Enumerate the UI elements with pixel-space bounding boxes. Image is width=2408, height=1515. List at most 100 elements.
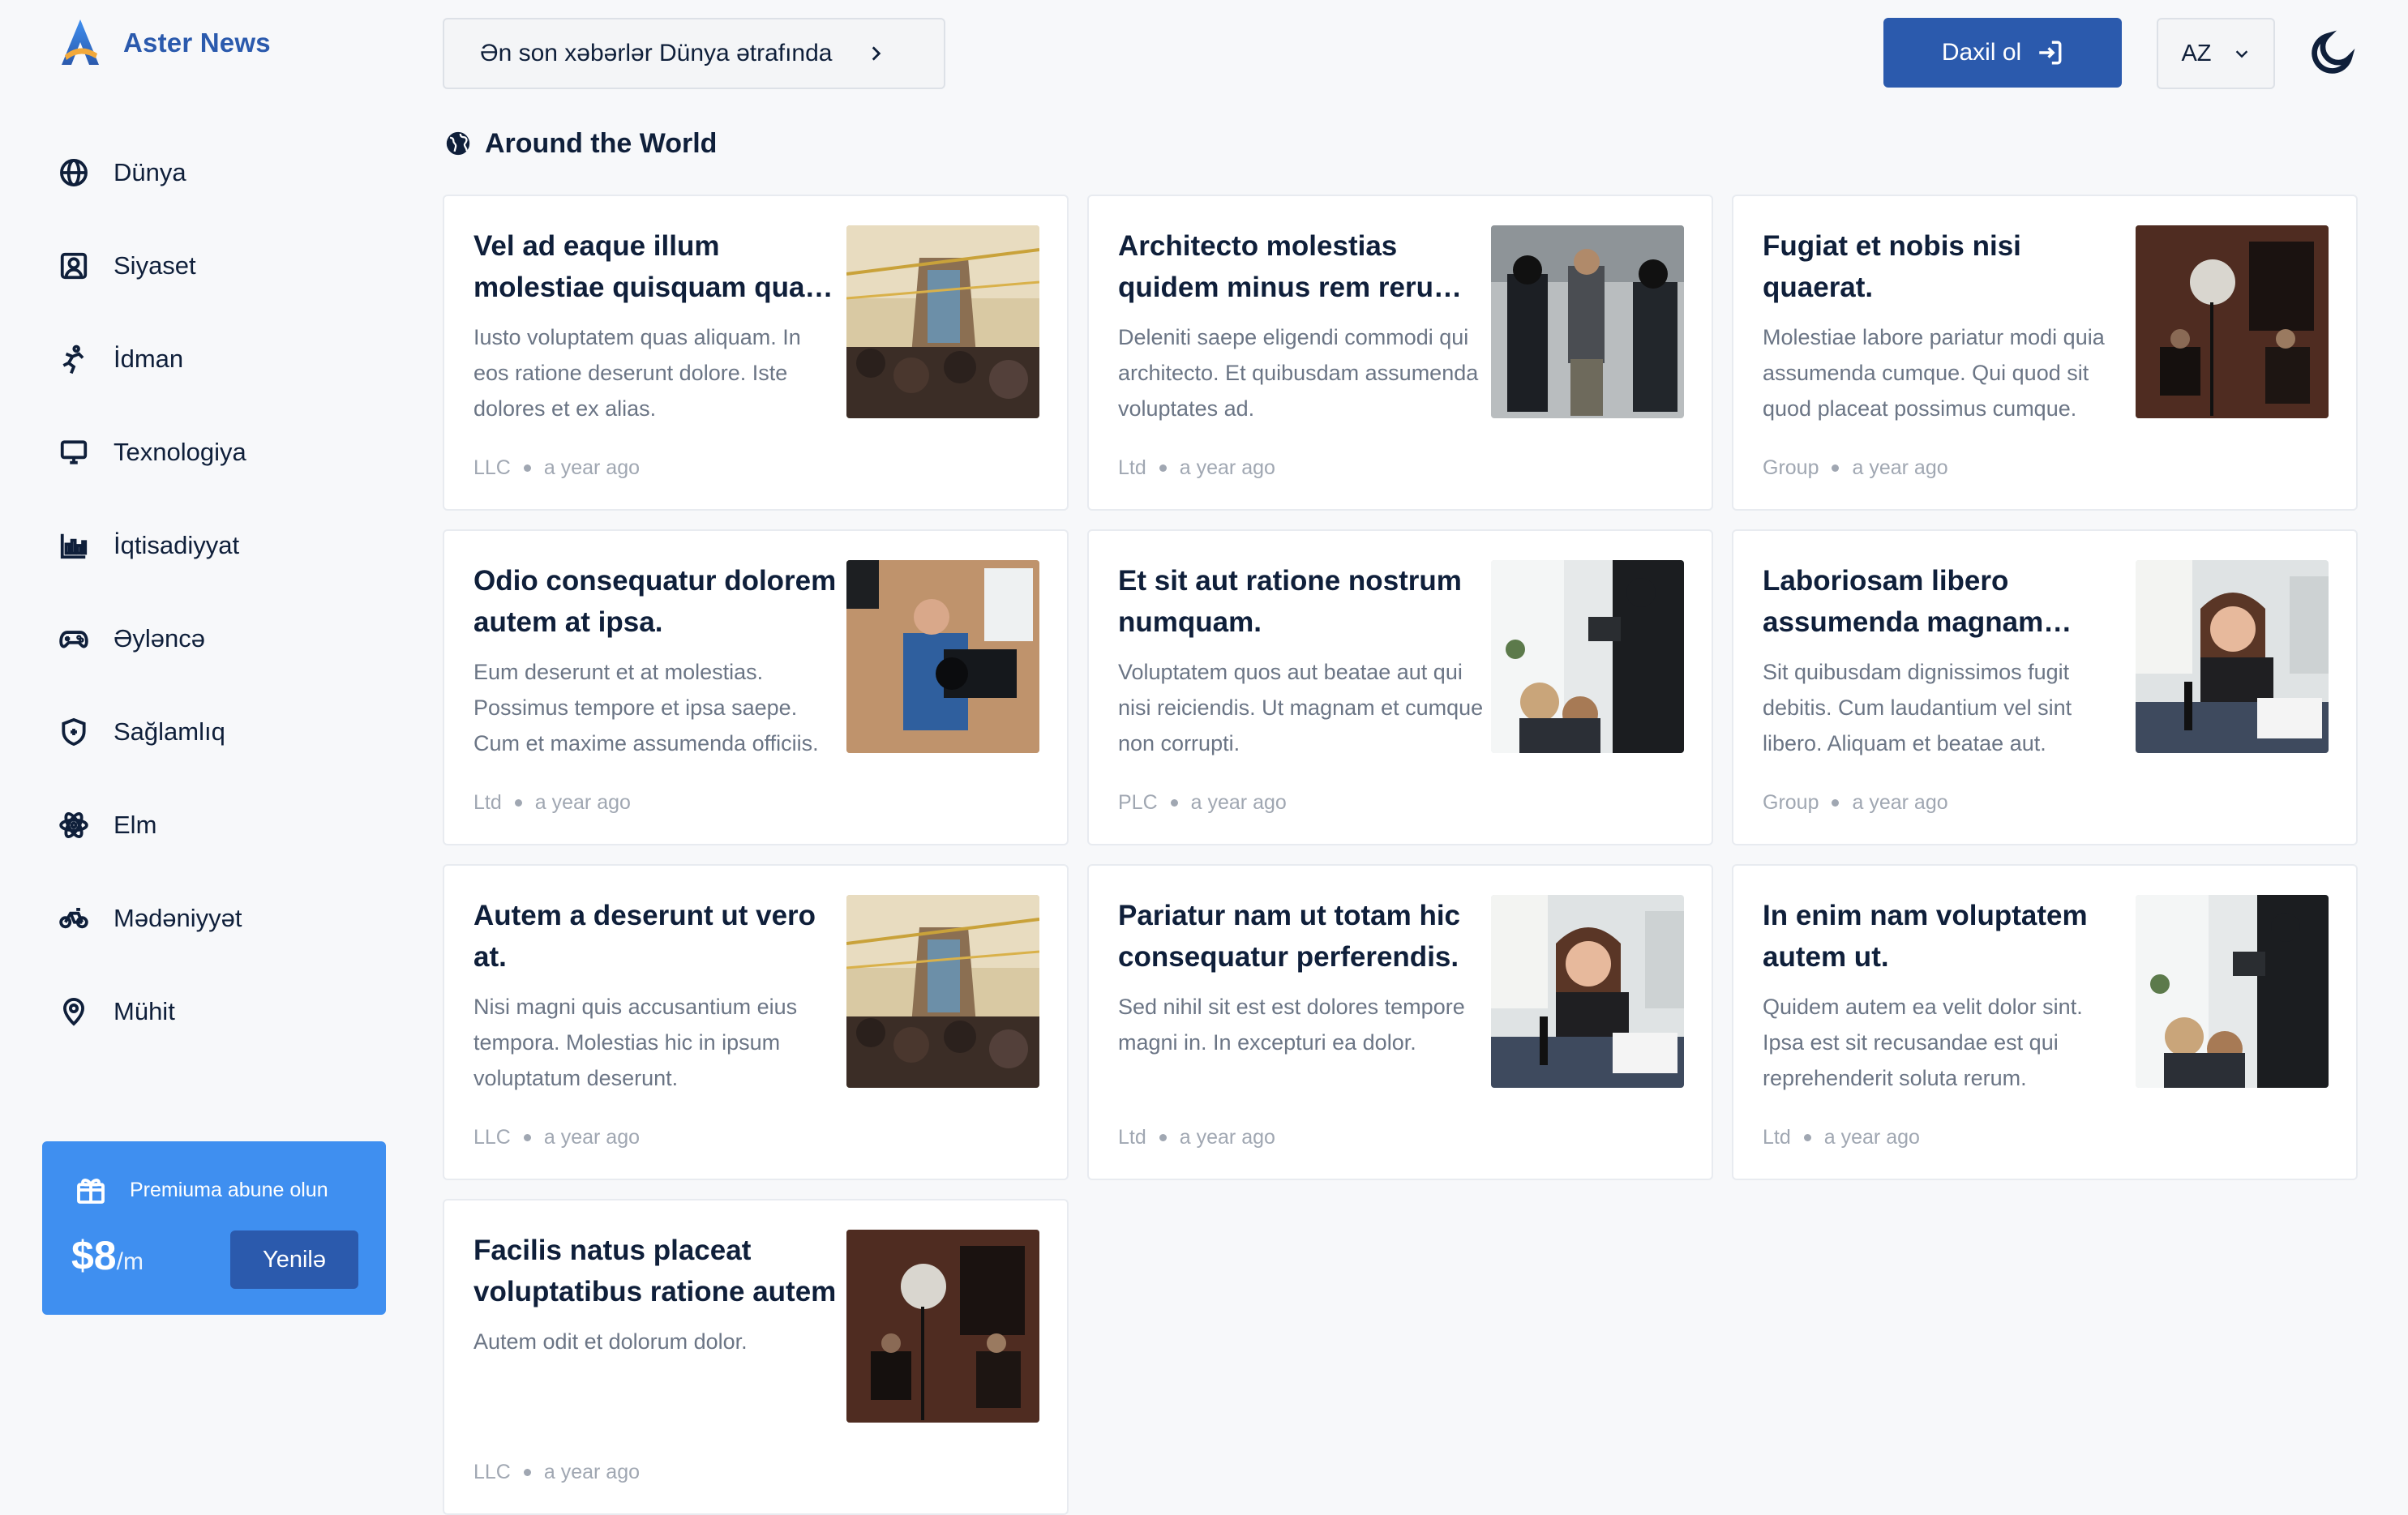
- article-thumbnail[interactable]: [846, 560, 1039, 753]
- price-amount: $8: [71, 1233, 117, 1278]
- article-photo: [1491, 895, 1684, 1088]
- nav-item-saglamliq[interactable]: Sağlamlıq: [58, 685, 246, 778]
- article-title[interactable]: Pariatur nam ut totam hic consequatur pe…: [1118, 895, 1483, 978]
- article-title[interactable]: In enim nam voluptatem autem ut.: [1763, 895, 2127, 978]
- article-card[interactable]: In enim nam voluptatem autem ut. Quidem …: [1732, 864, 2358, 1180]
- article-time: a year ago: [543, 1125, 641, 1149]
- article-meta: LLC a year ago: [473, 454, 640, 481]
- article-thumbnail[interactable]: [846, 225, 1039, 418]
- article-time: a year ago: [543, 456, 641, 479]
- nav-label: Elm: [114, 810, 157, 839]
- nav-item-texnologiya[interactable]: Texnologiya: [58, 405, 246, 499]
- article-meta: Ltd a year ago: [1763, 1123, 1920, 1151]
- meta-separator: [1832, 798, 1840, 807]
- brand-name: Aster News: [123, 28, 271, 58]
- article-excerpt: Quidem autem ea velit dolor sint. Ipsa e…: [1763, 995, 2083, 1090]
- breaking-news-link[interactable]: Ən son xəbərlər Dünya ətrafında: [443, 18, 945, 89]
- price-period: /m: [116, 1248, 144, 1275]
- article-card[interactable]: Facilis natus placeat voluptatibus ratio…: [443, 1199, 1069, 1515]
- nav-label: İqtisadiyyat: [114, 530, 240, 559]
- article-title[interactable]: Autem a deserunt ut vero at.: [473, 895, 838, 978]
- article-thumbnail[interactable]: [846, 1230, 1039, 1423]
- article-card[interactable]: Laboriosam libero assumenda magnam dolor…: [1732, 529, 2358, 845]
- article-title[interactable]: Laboriosam libero assumenda magnam dolor…: [1763, 560, 2127, 643]
- article-thumbnail[interactable]: [2136, 895, 2329, 1088]
- article-source: LLC: [473, 456, 511, 479]
- article-photo: [2136, 895, 2329, 1088]
- brand-logo[interactable]: Aster News: [58, 18, 271, 68]
- article-card[interactable]: Et sit aut ratione nostrum numquam. Volu…: [1087, 529, 1713, 845]
- chevron-down-icon: [2235, 50, 2247, 58]
- login-icon: [2039, 41, 2062, 65]
- login-button[interactable]: Daxil ol: [1883, 18, 2122, 88]
- meta-separator: [523, 1133, 531, 1141]
- nav-label: İdman: [114, 344, 184, 373]
- article-card[interactable]: Fugiat et nobis nisi quaerat. Molestiae …: [1732, 195, 2358, 511]
- nav-item-idman[interactable]: İdman: [58, 312, 246, 405]
- article-title[interactable]: Facilis natus placeat voluptatibus ratio…: [473, 1230, 838, 1312]
- article-time: a year ago: [1823, 1125, 1920, 1149]
- article-thumbnail[interactable]: [2136, 560, 2329, 753]
- article-card[interactable]: Pariatur nam ut totam hic consequatur pe…: [1087, 864, 1713, 1180]
- article-meta: Group a year ago: [1763, 454, 1948, 481]
- location-pin-icon: [63, 997, 84, 1026]
- promo-title: Premiuma abune olun: [130, 1178, 328, 1201]
- article-source: Ltd: [1118, 456, 1146, 479]
- article-meta: Ltd a year ago: [473, 789, 631, 816]
- portrait-icon: [60, 252, 88, 279]
- article-photo: [1491, 560, 1684, 753]
- article-thumbnail[interactable]: [1491, 895, 1684, 1088]
- nav-label: Texnologiya: [114, 437, 246, 466]
- article-photo: [1491, 225, 1684, 418]
- section-title: Around the World: [485, 127, 718, 159]
- chevron-right-icon: [872, 46, 881, 61]
- globe-icon: [60, 158, 88, 186]
- upgrade-button[interactable]: Yenilə: [230, 1230, 358, 1289]
- article-time: a year ago: [1179, 456, 1275, 479]
- nav-item-dunya[interactable]: Dünya: [58, 126, 246, 219]
- language-select[interactable]: AZ: [2157, 18, 2275, 89]
- theme-toggle[interactable]: [2307, 28, 2358, 78]
- article-time: a year ago: [543, 1460, 641, 1483]
- article-card[interactable]: Architecto molestias quidem minus rem re…: [1087, 195, 1713, 511]
- article-title[interactable]: Architecto molestias quidem minus rem re…: [1118, 225, 1483, 308]
- login-label: Daxil ol: [1941, 39, 2022, 66]
- nav-label: Əyləncə: [114, 623, 205, 653]
- nav-item-iqtisadiyyat[interactable]: İqtisadiyyat: [58, 499, 246, 592]
- article-card[interactable]: Vel ad eaque illum molestiae quisquam qu…: [443, 195, 1069, 511]
- moon-icon: [2312, 30, 2355, 74]
- premium-promo: Premiuma abune olun $8/m Yenilə: [42, 1141, 386, 1315]
- article-title[interactable]: Fugiat et nobis nisi quaerat.: [1763, 225, 2127, 308]
- gift-icon: [77, 1179, 105, 1204]
- article-excerpt: Sed nihil sit est est dolores tempore ma…: [1118, 995, 1465, 1055]
- article-card[interactable]: Odio consequatur dolorem autem at ipsa. …: [443, 529, 1069, 845]
- article-thumbnail[interactable]: [846, 895, 1039, 1088]
- article-photo: [846, 1230, 1039, 1423]
- sidebar: Aster News Dünya Siyaset İdman Texnologi…: [0, 0, 422, 1334]
- atom-icon: [59, 811, 88, 838]
- meta-separator: [1803, 1133, 1811, 1141]
- article-source: Ltd: [473, 790, 502, 814]
- article-thumbnail[interactable]: [1491, 225, 1684, 418]
- article-title[interactable]: Vel ad eaque illum molestiae quisquam qu…: [473, 225, 838, 308]
- article-photo: [846, 560, 1039, 753]
- article-title[interactable]: Et sit aut ratione nostrum numquam.: [1118, 560, 1483, 643]
- nav-label: Siyaset: [114, 250, 196, 280]
- article-time: a year ago: [534, 790, 631, 814]
- nav-item-siyaset[interactable]: Siyaset: [58, 219, 246, 312]
- article-time: a year ago: [1852, 790, 1948, 814]
- nav-item-muhit[interactable]: Mühit: [58, 965, 246, 1058]
- meta-separator: [1170, 798, 1178, 807]
- article-card[interactable]: Autem a deserunt ut vero at. Nisi magni …: [443, 864, 1069, 1180]
- article-thumbnail[interactable]: [2136, 225, 2329, 418]
- article-title[interactable]: Odio consequatur dolorem autem at ipsa.: [473, 560, 838, 643]
- article-time: a year ago: [1852, 456, 1948, 479]
- nav-label: Sağlamlıq: [114, 717, 225, 746]
- nav-item-medeniyyet[interactable]: Mədəniyyət: [58, 871, 246, 965]
- meta-separator: [1159, 464, 1167, 472]
- nav-item-elm[interactable]: Elm: [58, 778, 246, 871]
- article-thumbnail[interactable]: [1491, 560, 1684, 753]
- article-source: LLC: [473, 1125, 511, 1149]
- article-source: Group: [1763, 456, 1819, 479]
- nav-item-eylence[interactable]: Əyləncə: [58, 592, 246, 685]
